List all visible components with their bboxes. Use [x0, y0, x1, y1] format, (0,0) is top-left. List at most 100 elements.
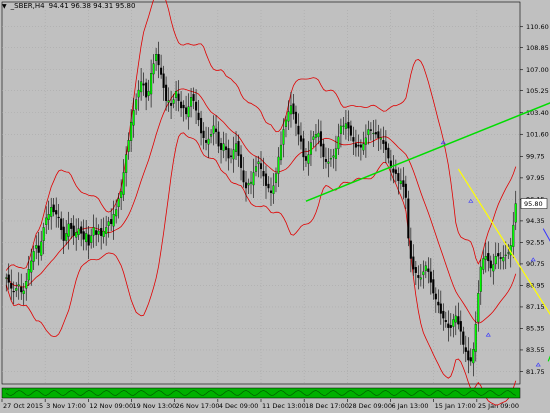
candle-body: [180, 101, 183, 109]
candle-body: [269, 190, 273, 193]
candle-body: [140, 81, 143, 93]
candle-body: [369, 129, 372, 131]
candle-body: [329, 158, 332, 160]
candle-body: [374, 132, 377, 135]
candle-body: [279, 144, 283, 161]
candle-body: [10, 283, 13, 289]
candle-body: [187, 106, 190, 118]
candle-body: [115, 209, 118, 217]
candle-body: [514, 203, 517, 223]
candle-body: [77, 228, 80, 235]
dropdown-triangle-icon[interactable]: ▼: [2, 3, 7, 10]
candle-body: [507, 252, 510, 254]
candle-body: [504, 254, 507, 256]
candle-body: [205, 140, 208, 143]
candle-body: [152, 63, 155, 75]
candle-body: [299, 135, 303, 142]
candle-body: [457, 316, 460, 325]
candle-body: [137, 89, 140, 98]
candle-body: [322, 143, 325, 158]
candle-body: [147, 91, 150, 96]
candle-body: [107, 221, 110, 226]
candle-body: [259, 163, 263, 170]
candle-body: [467, 350, 470, 361]
candle-body: [462, 331, 465, 345]
candle-body: [132, 110, 135, 126]
candle-body: [382, 140, 385, 144]
candle-body: [197, 112, 200, 121]
candle-body: [217, 131, 220, 147]
candle-body: [7, 274, 10, 283]
candle-body: [452, 319, 455, 327]
candle-body: [224, 146, 228, 150]
candle-body: [352, 137, 355, 142]
y-tick-label: 99.75: [526, 153, 545, 161]
y-tick-label: 105.25: [526, 87, 549, 95]
candle-body: [417, 275, 420, 278]
candle-body: [90, 235, 93, 243]
candle-body: [324, 159, 327, 162]
y-tick-label: 108.85: [526, 44, 549, 52]
candle-body: [409, 240, 412, 259]
candle-body: [80, 226, 83, 234]
candle-body: [347, 122, 350, 129]
chart-window[interactable]: 110.60 108.85 107.00 105.25 103.40 101.60 99.7…: [0, 0, 550, 413]
candle-body: [95, 230, 98, 235]
price-chart[interactable]: 110.60 108.85 107.00 105.25 103.40 101.60 99.7…: [0, 0, 550, 413]
candle-body: [489, 260, 492, 269]
candle-body: [257, 161, 260, 165]
candle-body: [494, 255, 497, 265]
candle-body: [112, 214, 115, 227]
candle-body: [459, 321, 462, 332]
candle-body: [202, 130, 205, 139]
candle-body: [337, 136, 340, 150]
candle-body: [364, 137, 367, 145]
candle-body: [227, 148, 230, 159]
candle-body: [512, 224, 515, 247]
candle-body: [175, 91, 178, 98]
candle-body: [407, 198, 410, 239]
y-tick-label: 101.60: [526, 131, 549, 139]
candle-body: [479, 266, 482, 292]
candle-body: [234, 143, 238, 152]
candle-body: [309, 142, 313, 155]
candle-body: [167, 100, 170, 103]
candle-body: [92, 227, 95, 236]
candle-body: [377, 131, 380, 139]
candle-body: [120, 191, 123, 198]
candle-body: [97, 230, 100, 235]
candle-body: [464, 347, 467, 352]
candle-body: [190, 97, 193, 107]
candle-body: [342, 125, 345, 127]
candle-body: [5, 277, 8, 279]
candle-body: [182, 104, 185, 109]
candle-body: [185, 107, 188, 115]
y-tick-label: 97.95: [526, 174, 545, 182]
candle-body: [60, 218, 63, 231]
candle-body: [302, 138, 305, 158]
candle-body: [242, 170, 245, 183]
candle-body: [444, 320, 447, 323]
candle-body: [30, 260, 33, 273]
x-tick-label: 27 Oct 2015: [3, 402, 43, 410]
y-tick-label: 81.75: [526, 368, 545, 376]
candle-body: [277, 156, 280, 174]
candle-body: [292, 103, 295, 115]
candle-body: [487, 253, 490, 262]
candle-body: [427, 268, 430, 272]
candle-body: [307, 154, 310, 164]
candle-body: [367, 129, 370, 136]
y-tick-label: 92.55: [526, 239, 545, 247]
candle-body: [195, 101, 198, 111]
candle-body: [160, 67, 163, 75]
candle-body: [332, 155, 335, 158]
candle-body: [207, 138, 210, 145]
fractal-marker: [485, 332, 491, 337]
symbol-label: _SBER,H4: [10, 2, 45, 10]
y-tick-label: 83.55: [526, 346, 545, 354]
candle-body: [162, 73, 165, 88]
x-tick-label: 11 Dec 13:00: [262, 402, 306, 410]
candle-body: [477, 293, 480, 323]
candle-body: [274, 173, 278, 183]
x-tick-label: 15 Jan 17:00: [435, 402, 476, 410]
